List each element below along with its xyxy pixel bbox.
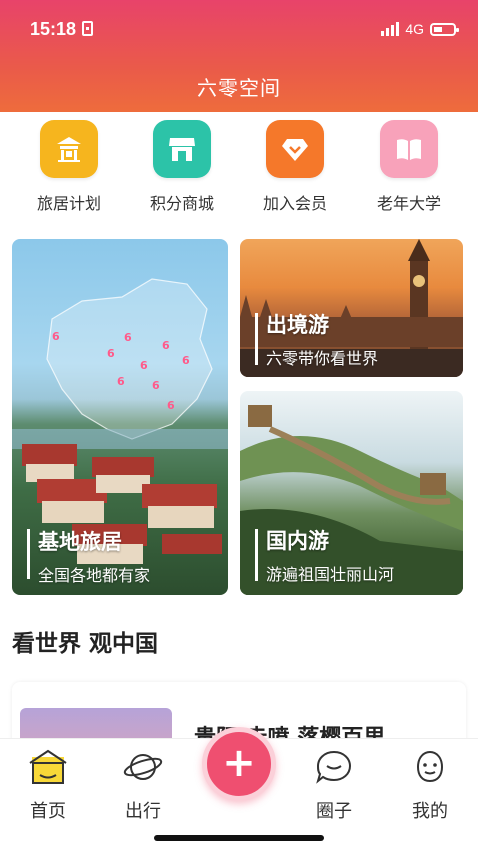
tab-travel-label: 出行 — [125, 801, 161, 822]
svg-text:6: 6 — [140, 359, 148, 372]
page-title: 六零空间 — [197, 76, 281, 100]
planet-icon — [123, 749, 163, 785]
outbound-travel-title: 出境游 — [266, 313, 329, 337]
tab-home-label: 首页 — [30, 801, 66, 822]
svg-text:6: 6 — [182, 354, 190, 367]
quick-item-label: 加入会员 — [262, 194, 327, 213]
outbound-travel-subtitle: 六零带你看世界 — [266, 349, 379, 368]
tab-travel[interactable]: 出行 — [103, 749, 183, 823]
title-accent-bar — [255, 313, 258, 365]
quick-item-label: 旅居计划 — [36, 194, 101, 213]
diamond-icon — [266, 120, 324, 178]
app-header: 15:18 4G 六零空间 — [0, 0, 478, 112]
tab-circle-label: 圈子 — [316, 801, 352, 822]
quick-item-travel-plan[interactable]: 旅居计划 — [19, 120, 119, 214]
section-title: 看世界 观中国 — [12, 631, 159, 657]
clock-text: 15:18 — [30, 19, 77, 39]
network-label: 4G — [405, 21, 424, 37]
svg-text:6: 6 — [124, 331, 132, 344]
pavilion-icon — [40, 120, 98, 178]
base-travel-card[interactable]: 666 666 666 基地旅居 全国各地都有家 — [12, 239, 228, 595]
domestic-travel-card[interactable]: 国内游 游遍祖国壮丽山河 — [240, 391, 463, 595]
base-travel-title: 基地旅居 — [38, 530, 122, 554]
shop-icon — [153, 120, 211, 178]
chat-bubble-icon — [314, 749, 354, 785]
lock-icon — [82, 21, 94, 36]
title-accent-bar — [27, 529, 30, 579]
base-travel-subtitle: 全国各地都有家 — [38, 566, 151, 585]
home-indicator — [154, 835, 324, 841]
quick-menu: 旅居计划 积分商城 加入会员 老年大学 — [0, 120, 478, 220]
battery-icon — [430, 22, 459, 36]
plus-icon: + — [222, 740, 256, 786]
title-accent-bar — [255, 529, 258, 581]
svg-text:6: 6 — [107, 347, 115, 360]
svg-text:6: 6 — [52, 330, 60, 343]
tab-mine[interactable]: 我的 — [390, 749, 470, 823]
book-icon — [380, 120, 438, 178]
signal-icon — [381, 22, 400, 36]
svg-text:6: 6 — [117, 375, 125, 388]
outbound-travel-card[interactable]: 出境游 六零带你看世界 — [240, 239, 463, 377]
tab-home[interactable]: 首页 — [8, 749, 88, 823]
user-face-icon — [410, 749, 450, 785]
quick-item-join-member[interactable]: 加入会员 — [245, 120, 345, 214]
tab-mine-label: 我的 — [412, 801, 448, 822]
svg-text:6: 6 — [152, 379, 160, 392]
add-button[interactable]: + — [202, 727, 276, 801]
main-content: 旅居计划 积分商城 加入会员 老年大学 666 666 6 6 6 基地旅居 全… — [0, 112, 478, 762]
home-icon — [28, 749, 68, 785]
svg-text:6: 6 — [167, 399, 175, 412]
quick-item-senior-university[interactable]: 老年大学 — [359, 120, 459, 214]
status-bar-right: 4G — [381, 21, 459, 37]
svg-text:6: 6 — [162, 339, 170, 352]
domestic-travel-subtitle: 游遍祖国壮丽山河 — [266, 565, 395, 584]
status-bar-time: 15:18 — [30, 19, 94, 40]
bottom-tab-bar: 首页 出行 + 圈子 我的 — [0, 727, 478, 850]
quick-item-points-mall[interactable]: 积分商城 — [132, 120, 232, 214]
quick-item-label: 老年大学 — [376, 194, 441, 213]
tab-circle[interactable]: 圈子 — [294, 749, 374, 823]
domestic-travel-title: 国内游 — [266, 529, 329, 553]
quick-item-label: 积分商城 — [149, 194, 214, 213]
